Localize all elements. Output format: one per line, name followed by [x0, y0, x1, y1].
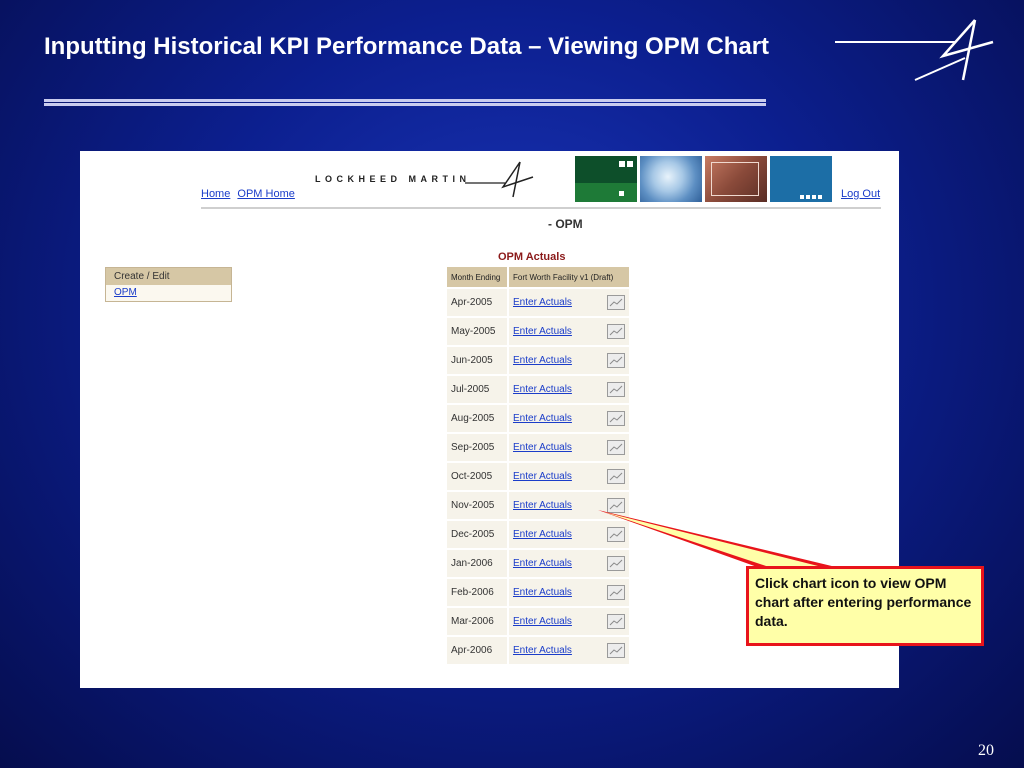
- sidebar-menu: Create / Edit OPM: [105, 267, 232, 302]
- brand-logo: LOCKHEED MARTIN: [315, 159, 534, 198]
- table-row: Feb-2006 Enter Actuals: [447, 579, 629, 606]
- chart-icon[interactable]: [607, 440, 625, 455]
- enter-actuals-link[interactable]: Enter Actuals: [513, 645, 572, 656]
- home-link[interactable]: Home: [201, 188, 230, 200]
- table-row: Jan-2006 Enter Actuals: [447, 550, 629, 577]
- sidebar-header: Create / Edit: [106, 268, 231, 285]
- table-row: Sep-2005 Enter Actuals: [447, 434, 629, 461]
- actions-cell: Enter Actuals: [509, 637, 629, 664]
- table-row: Jul-2005 Enter Actuals: [447, 376, 629, 403]
- table-row: May-2005 Enter Actuals: [447, 318, 629, 345]
- brand-name: LOCKHEED MARTIN: [315, 174, 471, 184]
- enter-actuals-link[interactable]: Enter Actuals: [513, 355, 572, 366]
- actions-cell: Enter Actuals: [509, 434, 629, 461]
- slide-title: Inputting Historical KPI Performance Dat…: [44, 33, 770, 60]
- chart-icon[interactable]: [607, 556, 625, 571]
- banner-image-blue: [770, 156, 832, 202]
- month-cell: Nov-2005: [447, 492, 507, 519]
- logout-nav: Log Out: [841, 188, 884, 200]
- chart-icon[interactable]: [607, 585, 625, 600]
- enter-actuals-link[interactable]: Enter Actuals: [513, 471, 572, 482]
- banner-image-globe: [640, 156, 702, 202]
- table-row: Dec-2005 Enter Actuals: [447, 521, 629, 548]
- enter-actuals-link[interactable]: Enter Actuals: [513, 616, 572, 627]
- table-row: Oct-2005 Enter Actuals: [447, 463, 629, 490]
- month-cell: Feb-2006: [447, 579, 507, 606]
- chart-icon[interactable]: [607, 643, 625, 658]
- enter-actuals-link[interactable]: Enter Actuals: [513, 587, 572, 598]
- enter-actuals-link[interactable]: Enter Actuals: [513, 500, 572, 511]
- chart-icon[interactable]: [607, 382, 625, 397]
- actions-cell: Enter Actuals: [509, 318, 629, 345]
- chart-icon[interactable]: [607, 353, 625, 368]
- month-cell: Dec-2005: [447, 521, 507, 548]
- table-row: Aug-2005 Enter Actuals: [447, 405, 629, 432]
- month-cell: May-2005: [447, 318, 507, 345]
- top-nav: Home OPM Home: [201, 188, 299, 200]
- page-number: 20: [978, 742, 994, 759]
- actions-cell: Enter Actuals: [509, 463, 629, 490]
- banner-image-green: [575, 156, 637, 202]
- month-cell: Apr-2006: [447, 637, 507, 664]
- table-row: Apr-2005 Enter Actuals: [447, 289, 629, 316]
- enter-actuals-link[interactable]: Enter Actuals: [513, 384, 572, 395]
- title-underline: [44, 99, 766, 106]
- month-cell: Sep-2005: [447, 434, 507, 461]
- sidebar-item-opm-link[interactable]: OPM: [114, 287, 137, 298]
- month-cell: Oct-2005: [447, 463, 507, 490]
- month-cell: Jan-2006: [447, 550, 507, 577]
- enter-actuals-link[interactable]: Enter Actuals: [513, 326, 572, 337]
- month-cell: Jun-2005: [447, 347, 507, 374]
- lockheed-star-logo-icon: [835, 19, 994, 81]
- actions-cell: Enter Actuals: [509, 550, 629, 577]
- actions-cell: Enter Actuals: [509, 289, 629, 316]
- nav-divider: [201, 207, 881, 209]
- enter-actuals-link[interactable]: Enter Actuals: [513, 297, 572, 308]
- page-title: - OPM: [548, 217, 583, 231]
- enter-actuals-link[interactable]: Enter Actuals: [513, 529, 572, 540]
- enter-actuals-link[interactable]: Enter Actuals: [513, 413, 572, 424]
- month-cell: Mar-2006: [447, 608, 507, 635]
- chart-icon[interactable]: [607, 498, 625, 513]
- actions-cell: Enter Actuals: [509, 579, 629, 606]
- table-row: Apr-2006 Enter Actuals: [447, 637, 629, 664]
- opm-home-link[interactable]: OPM Home: [237, 188, 294, 200]
- chart-icon[interactable]: [607, 527, 625, 542]
- month-cell: Aug-2005: [447, 405, 507, 432]
- table-row: Nov-2005 Enter Actuals: [447, 492, 629, 519]
- sidebar-item-opm: OPM: [106, 285, 231, 301]
- table-row: Jun-2005 Enter Actuals: [447, 347, 629, 374]
- actions-cell: Enter Actuals: [509, 492, 629, 519]
- column-header-facility: Fort Worth Facility v1 (Draft): [509, 267, 629, 287]
- month-cell: Jul-2005: [447, 376, 507, 403]
- month-cell: Apr-2005: [447, 289, 507, 316]
- logout-link[interactable]: Log Out: [841, 188, 880, 200]
- chart-icon[interactable]: [607, 324, 625, 339]
- chart-icon[interactable]: [607, 469, 625, 484]
- chart-icon[interactable]: [607, 295, 625, 310]
- actions-cell: Enter Actuals: [509, 521, 629, 548]
- actions-cell: Enter Actuals: [509, 347, 629, 374]
- opm-actuals-table: Month Ending Fort Worth Facility v1 (Dra…: [445, 265, 631, 666]
- actions-cell: Enter Actuals: [509, 405, 629, 432]
- column-header-month: Month Ending: [447, 267, 507, 287]
- table-row: Mar-2006 Enter Actuals: [447, 608, 629, 635]
- chart-icon[interactable]: [607, 614, 625, 629]
- brand-star-icon: [465, 161, 534, 198]
- actions-cell: Enter Actuals: [509, 608, 629, 635]
- callout-box: Click chart icon to view OPM chart after…: [746, 566, 984, 646]
- enter-actuals-link[interactable]: Enter Actuals: [513, 558, 572, 569]
- table-title: OPM Actuals: [498, 251, 566, 263]
- chart-icon[interactable]: [607, 411, 625, 426]
- enter-actuals-link[interactable]: Enter Actuals: [513, 442, 572, 453]
- actions-cell: Enter Actuals: [509, 376, 629, 403]
- banner-image-face: [705, 156, 767, 202]
